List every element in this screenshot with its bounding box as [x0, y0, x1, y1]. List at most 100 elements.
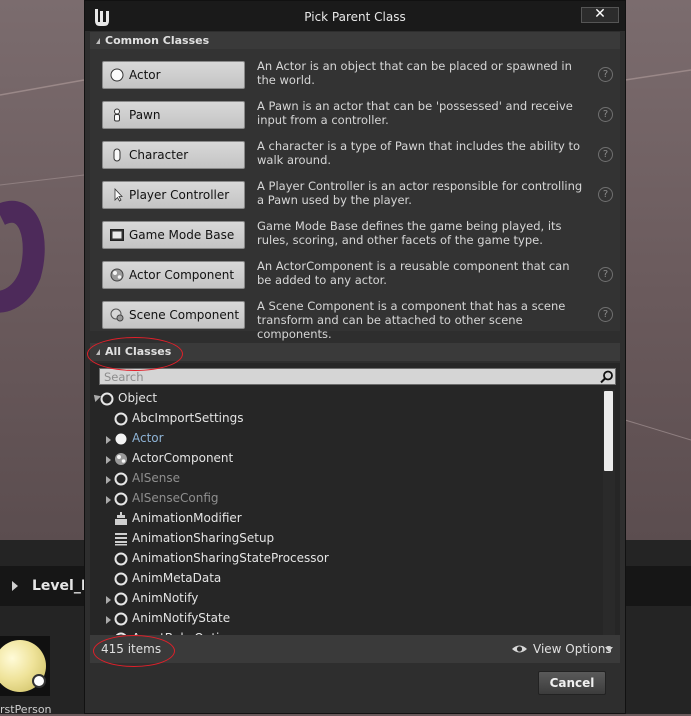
- class-circle-icon: [114, 472, 128, 486]
- collapsed-arrow-icon[interactable]: [106, 456, 111, 464]
- close-button[interactable]: ✕: [581, 7, 619, 23]
- common-class-row-pawn: Pawn A Pawn is an actor that can be 'pos…: [90, 97, 620, 137]
- tree-row-label: AISenseConfig: [132, 491, 219, 505]
- game-mode-base-class-button[interactable]: Game Mode Base: [102, 221, 245, 249]
- help-icon[interactable]: ?: [598, 67, 613, 82]
- tree-row-object[interactable]: Object: [92, 389, 602, 409]
- help-icon[interactable]: ?: [598, 307, 613, 322]
- class-search-input[interactable]: [104, 369, 584, 384]
- character-button-label: Character: [129, 148, 189, 162]
- game-mode-icon: [110, 229, 124, 241]
- cancel-button[interactable]: Cancel: [538, 671, 606, 695]
- game-mode-base-button-label: Game Mode Base: [129, 228, 235, 242]
- help-icon[interactable]: ?: [598, 147, 613, 162]
- all-classes-header[interactable]: All Classes: [90, 343, 620, 361]
- grid-icon: [115, 533, 127, 546]
- common-class-row-actor: Actor An Actor is an object that can be …: [90, 57, 620, 97]
- tree-row-abcimportsettings[interactable]: AbcImportSettings: [92, 409, 602, 429]
- pawn-description: A Pawn is an actor that can be 'possesse…: [257, 99, 573, 127]
- tree-row-label: AnimNotifyState: [132, 611, 231, 625]
- collapsed-arrow-icon[interactable]: [106, 496, 111, 504]
- dialog-titlebar[interactable]: Pick Parent Class ✕: [85, 1, 625, 31]
- tree-row-label: ActorComponent: [132, 451, 234, 465]
- help-icon[interactable]: ?: [598, 267, 613, 282]
- tree-row-label: AnimationSharingSetup: [132, 531, 275, 545]
- collapse-triangle-icon: [96, 349, 100, 355]
- tree-row-animmetadata[interactable]: AnimMetaData: [92, 569, 602, 589]
- common-class-row-character: Character A character is a type of Pawn …: [90, 137, 620, 177]
- collapsed-arrow-icon[interactable]: [106, 436, 111, 444]
- tree-row-label: AnimationSharingStateProcessor: [132, 551, 329, 565]
- tree-row-animationsharingstateprocessor[interactable]: AnimationSharingStateProcessor: [92, 549, 602, 569]
- scene-component-icon: [110, 308, 124, 322]
- actor-sphere-icon: [115, 433, 127, 445]
- tree-row-animnotify[interactable]: AnimNotify: [92, 589, 602, 609]
- actor-component-icon: [110, 268, 124, 282]
- class-tree: Object AbcImportSettings Actor ActorCompone…: [92, 389, 602, 635]
- tree-row-label: AnimationModifier: [132, 511, 242, 525]
- asset-label: rstPerson: [0, 703, 52, 716]
- collapsed-arrow-icon[interactable]: [106, 476, 111, 484]
- actor-component-button-label: Actor Component: [129, 268, 235, 282]
- scene-component-class-button[interactable]: Scene Component: [102, 301, 245, 329]
- game-mode-base-description: Game Mode Base defines the game being pl…: [257, 219, 562, 247]
- class-circle-icon: [114, 612, 128, 626]
- actor-component-description: An ActorComponent is a reusable componen…: [257, 259, 570, 287]
- common-class-row-actor-component: Actor Component An ActorComponent is a r…: [90, 257, 620, 297]
- class-circle-icon: [100, 392, 114, 406]
- class-circle-icon: [114, 572, 128, 586]
- scene-component-button-label: Scene Component: [129, 308, 240, 322]
- tree-row-label: AbcImportSettings: [132, 411, 244, 425]
- asset-badge-icon: [32, 674, 46, 688]
- character-icon: [113, 148, 121, 162]
- expand-arrow-icon[interactable]: [12, 581, 18, 591]
- help-icon[interactable]: ?: [598, 107, 613, 122]
- common-class-row-game-mode-base: Game Mode Base Game Mode Base defines th…: [90, 217, 620, 257]
- level-blueprint-title: Level_B: [32, 578, 92, 594]
- character-description: A character is a type of Pawn that inclu…: [257, 139, 580, 167]
- search-icon[interactable]: [600, 370, 614, 384]
- pawn-class-button[interactable]: Pawn: [102, 101, 245, 129]
- player-controller-class-button[interactable]: Player Controller: [102, 181, 245, 209]
- eye-icon[interactable]: [511, 643, 528, 655]
- tree-row-label: Actor: [132, 431, 164, 445]
- pick-parent-class-dialog: Pick Parent Class ✕ Common Classes Actor…: [84, 0, 626, 714]
- tree-row-aisenseconfig[interactable]: AISenseConfig: [92, 489, 602, 509]
- all-classes-title: All Classes: [105, 345, 172, 358]
- tree-row-label: AnimNotify: [132, 591, 199, 605]
- animation-modifier-icon: [115, 512, 127, 525]
- class-search-box[interactable]: [99, 368, 616, 385]
- chevron-down-icon[interactable]: [605, 647, 613, 652]
- view-options-button[interactable]: View Options: [533, 642, 612, 656]
- scene-component-description: A Scene Component is a component that ha…: [257, 299, 566, 341]
- common-class-row-scene-component: Scene Component A Scene Component is a c…: [90, 297, 620, 341]
- class-circle-icon: [114, 552, 128, 566]
- common-classes-header[interactable]: Common Classes: [90, 32, 620, 50]
- tree-row-aisense[interactable]: AISense: [92, 469, 602, 489]
- tree-row-animationsharingsetup[interactable]: AnimationSharingSetup: [92, 529, 602, 549]
- character-class-button[interactable]: Character: [102, 141, 245, 169]
- actor-class-button[interactable]: Actor: [102, 61, 245, 89]
- tree-row-animationmodifier[interactable]: AnimationModifier: [92, 509, 602, 529]
- tree-row-label: AISense: [132, 471, 180, 485]
- collapsed-arrow-icon[interactable]: [106, 616, 111, 624]
- tree-row-label: Object: [118, 391, 158, 405]
- common-class-row-player-controller: Player Controller A Player Controller is…: [90, 177, 620, 217]
- common-classes-title: Common Classes: [105, 34, 210, 47]
- dialog-title: Pick Parent Class: [304, 10, 406, 24]
- actor-button-label: Actor: [129, 68, 161, 82]
- player-controller-description: A Player Controller is an actor responsi…: [257, 179, 583, 207]
- class-circle-icon: [114, 492, 128, 506]
- collapsed-arrow-icon[interactable]: [106, 596, 111, 604]
- actor-sphere-icon: [110, 68, 124, 82]
- actor-component-class-button[interactable]: Actor Component: [102, 261, 245, 289]
- class-circle-icon: [114, 592, 128, 606]
- player-controller-button-label: Player Controller: [129, 188, 230, 202]
- tree-row-actorcomponent[interactable]: ActorComponent: [92, 449, 602, 469]
- help-icon[interactable]: ?: [598, 187, 613, 202]
- tree-row-animnotifystate[interactable]: AnimNotifyState: [92, 609, 602, 629]
- tree-scrollbar-thumb[interactable]: [604, 391, 613, 471]
- pawn-icon: [114, 108, 120, 122]
- tree-row-label: AnimMetaData: [132, 571, 222, 585]
- tree-row-actor[interactable]: Actor: [92, 429, 602, 449]
